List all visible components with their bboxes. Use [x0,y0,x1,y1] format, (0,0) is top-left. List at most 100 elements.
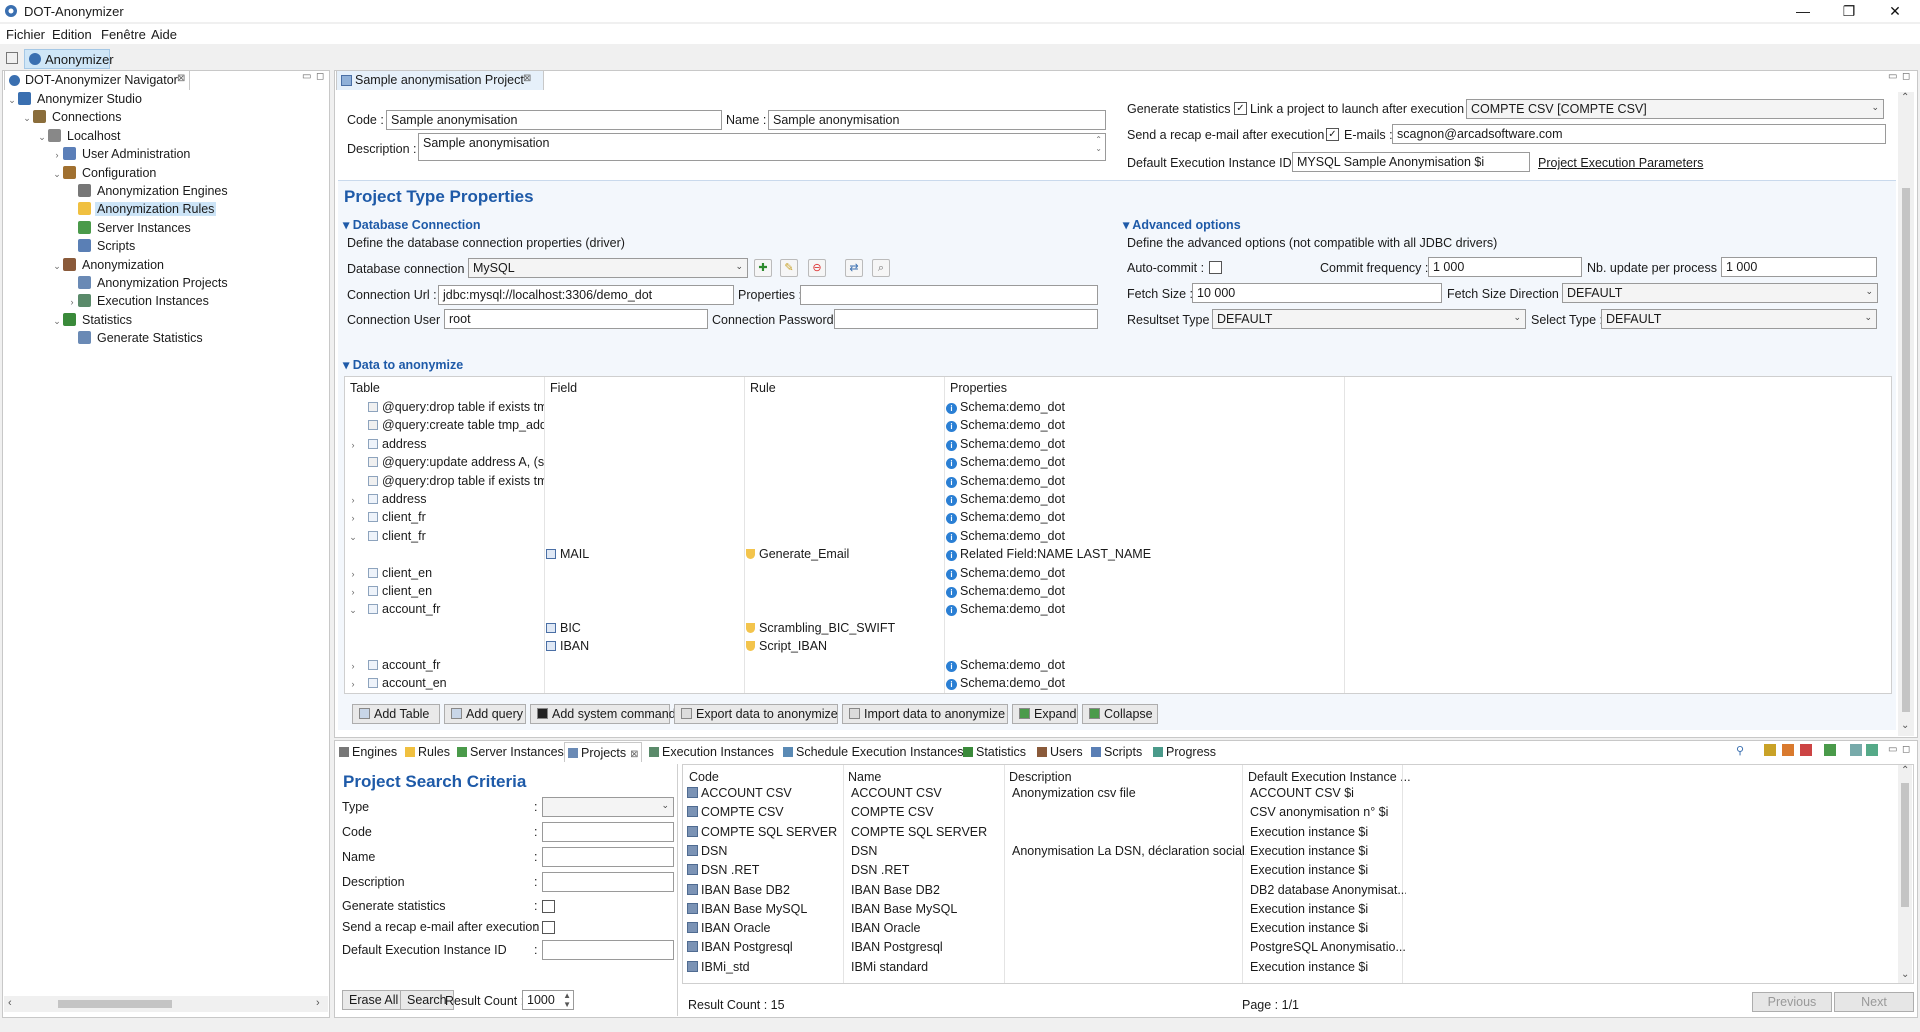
menu-fenetre[interactable]: Fenêtre [101,27,146,42]
tab-server-instances[interactable]: Server Instances [454,742,564,762]
default-execution-instance-id-input[interactable] [542,940,674,960]
binoculars-icon[interactable]: ⚲ [1736,744,1744,757]
chevron-down-icon[interactable]: ⌄ [21,113,33,124]
scroll-thumb[interactable] [58,1000,172,1008]
nav-item-anonymization[interactable]: ⌄ Anonymization [51,257,166,276]
tab-scripts[interactable]: Scripts [1088,742,1146,762]
connection-url-input[interactable]: jdbc:mysql://localhost:3306/demo_dot [438,285,734,305]
data-row[interactable]: @query:drop table if exists tmp i Schema:d… [346,474,1890,489]
chevron-right-icon[interactable]: › [346,495,360,505]
nav-item-connections[interactable]: ⌄ Connections [21,110,124,128]
maximize-button[interactable]: ❐ [1826,0,1872,22]
project-execution-parameters-link[interactable]: Project Execution Parameters [1538,156,1703,170]
maximize-bottom-icon[interactable]: ◻ [1902,744,1910,755]
chevron-right-icon[interactable]: › [346,679,360,689]
data-row[interactable]: › client_fr i Schema:demo_dot [346,510,1890,525]
data-row[interactable]: ⌄ account_fr i Schema:demo_dot [346,602,1890,617]
chevron-down-icon[interactable]: ⌄ [6,95,18,106]
result-row[interactable]: ACCOUNT CSV ACCOUNT CSV Anonymization csv … [684,786,1896,805]
data-row[interactable]: MAIL Generate_Email i Related Field:NAME LA… [346,547,1890,562]
export-data-to-anonymize-button[interactable]: Export data to anonymize [674,704,838,724]
data-row[interactable]: › account_fr i Schema:demo_dot [346,658,1890,673]
description-input[interactable] [542,872,674,892]
minimize-view-icon[interactable]: ▭ [302,71,311,82]
chevron-right-icon[interactable]: › [346,587,360,597]
nav-item-configuration[interactable]: ⌄ Configuration [51,165,158,184]
data-row[interactable]: @query:update address A, (sel i Schema:dem… [346,455,1890,470]
tab-rules[interactable]: Rules [402,742,450,762]
data-row[interactable]: › address i Schema:demo_dot [346,492,1890,507]
chevron-right-icon[interactable]: › [346,440,360,450]
select-type-select[interactable]: DEFAULT ⌄ [1601,309,1877,329]
nav-item-scripts[interactable]: Scripts [66,239,137,257]
nav-item-statistics[interactable]: ⌄ Statistics [51,312,134,331]
chevron-right-icon[interactable]: › [51,150,63,160]
type-select[interactable]: ⌄ [542,797,674,817]
code-input[interactable]: Sample anonymisation [386,110,722,130]
result-row[interactable]: DSN .RET DSN .RET Execution instance $i [684,863,1896,882]
nav-item-localhost[interactable]: ⌄ Localhost [36,128,123,147]
export-icon[interactable] [1782,744,1794,756]
scroll-down-icon[interactable]: ⌄ [1901,720,1909,731]
tab-projects[interactable]: Projects ⊠ [564,742,642,762]
tab-statistics[interactable]: Statistics [960,742,1030,762]
advanced-options-header[interactable]: ▾ Advanced options [1123,217,1241,232]
auto-commit-checkbox[interactable] [1209,261,1222,274]
filter-icon[interactable] [1866,744,1878,756]
nav-item-anonymization-engines[interactable]: Anonymization Engines [66,184,230,202]
expand-button[interactable]: Expand [1012,704,1078,724]
add-table-button[interactable]: Add Table [352,704,440,724]
menu-aide[interactable]: Aide [151,27,177,42]
add-query-button[interactable]: Add query [444,704,526,724]
link-project-select[interactable]: COMPTE CSV [COMPTE CSV] ⌄ [1466,99,1884,119]
nav-item-anonymizer-studio[interactable]: ⌄ Anonymizer Studio [6,92,144,110]
tab-execution-instances[interactable]: Execution Instances [646,742,776,762]
tab-engines[interactable]: Engines [336,742,398,762]
data-row[interactable]: BIC Scrambling_BIC_SWIFT [346,621,1890,636]
tab-users[interactable]: Users [1034,742,1084,762]
nav-item-generate-statistics[interactable]: Generate Statistics [66,331,205,349]
col-table[interactable]: Table [350,381,380,395]
open-perspective-icon[interactable] [6,52,18,64]
chevron-down-icon[interactable]: ⌄ [346,532,360,543]
erase-all-button[interactable]: Erase All [342,990,406,1010]
editor-tab[interactable]: Sample anonymisation Project ⊠ [336,70,544,90]
data-row[interactable]: › account_en i Schema:demo_dot [346,676,1890,691]
data-to-anonymize-header[interactable]: ▾ Data to anonymize [343,357,463,372]
close-tab-icon[interactable]: ⊠ [177,73,185,84]
code-input[interactable] [542,822,674,842]
close-tab-icon[interactable]: ⊠ [630,749,638,760]
result-row[interactable]: COMPTE CSV COMPTE CSV CSV anonymisation n°… [684,805,1896,824]
result-count-input[interactable]: 1000 ▲ ▼ [522,990,574,1010]
result-row[interactable]: IBMi_std IBMi standard Execution instance … [684,960,1896,979]
send-a-recap-e-mail-after-execution-checkbox[interactable] [542,921,555,934]
import-data-to-anonymize-button[interactable]: Import data to anonymize [842,704,1008,724]
connection-password-input[interactable] [834,309,1098,329]
import-icon[interactable] [1764,744,1776,756]
add-connection-button[interactable]: ✚ [754,259,772,277]
add-system-command-button[interactable]: Add system command [530,704,676,724]
nav-item-anonymization-rules[interactable]: Anonymization Rules [66,202,217,220]
perspective-anonymizer[interactable]: Anonymizer [24,49,114,69]
scroll-right-icon[interactable]: › [316,997,320,1009]
result-row[interactable]: IBAN Oracle IBAN Oracle Execution instance… [684,921,1896,940]
scroll-left-icon[interactable]: ‹ [8,997,12,1009]
col-field[interactable]: Field [550,381,577,395]
spinner-icon[interactable]: ▲ ▼ [563,991,571,1009]
recap-email-checkbox[interactable]: ✓ [1326,128,1339,141]
default-exec-input[interactable]: MYSQL Sample Anonymisation $i [1292,152,1530,172]
tab-progress[interactable]: Progress [1150,742,1220,762]
connection-user-input[interactable]: root [444,309,708,329]
next-button[interactable]: Next [1834,992,1914,1012]
data-row[interactable]: › client_en i Schema:demo_dot [346,584,1890,599]
chevron-down-icon[interactable]: ⌄ [51,316,63,327]
refresh-icon[interactable] [1824,744,1836,756]
results-col-code[interactable]: Code [689,770,719,784]
resultset-type-select[interactable]: DEFAULT ⌄ [1212,309,1526,329]
data-row[interactable]: › client_en i Schema:demo_dot [346,566,1890,581]
results-scroll-thumb[interactable] [1901,783,1909,907]
delete-icon[interactable] [1800,744,1812,756]
browse-connection-button[interactable]: ⌕ [872,259,890,277]
chevron-right-icon[interactable]: › [66,297,78,307]
result-row[interactable]: IBAN Postgresql IBAN Postgresql PostgreSQL… [684,940,1896,959]
